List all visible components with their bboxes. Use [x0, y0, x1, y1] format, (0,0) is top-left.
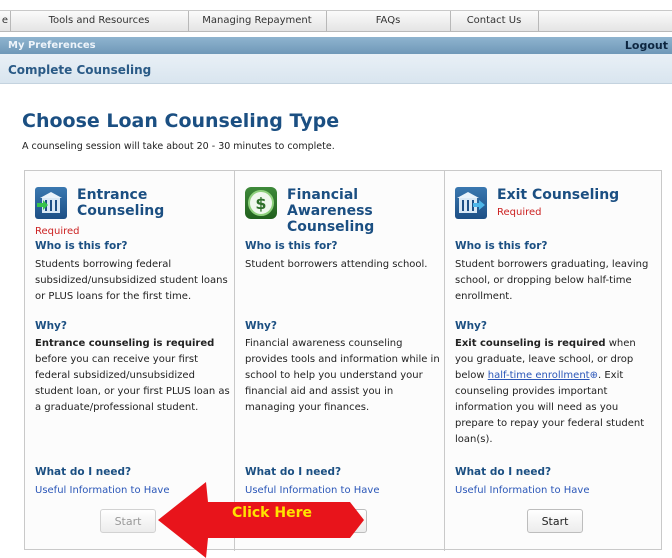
preferences-bar: My Preferences Logout [0, 37, 672, 54]
logout-link[interactable]: Logout [625, 37, 668, 54]
nav-tab-contact[interactable]: Contact Us [450, 11, 539, 31]
why-text: Exit counseling is required when you gra… [455, 338, 645, 445]
breadcrumb-label: Complete Counseling [8, 63, 152, 77]
nav-tab-tools[interactable]: Tools and Resources [10, 11, 189, 31]
why-text: Financial awareness counseling provides … [245, 338, 440, 413]
start-exit-button[interactable]: Start [527, 509, 583, 533]
intro-text: A counseling session will take about 20 … [22, 141, 335, 152]
required-label: Required [497, 207, 542, 218]
need-heading: What do I need? [245, 466, 342, 478]
useful-info-link[interactable]: Useful Information to Have [35, 485, 170, 496]
breadcrumb: Complete Counseling [0, 54, 672, 84]
card-title: Financial Awareness Counseling [287, 187, 375, 235]
who-text: Students borrowing federal subsidized/un… [35, 259, 228, 302]
svg-text:$: $ [255, 194, 266, 213]
card-title: Entrance Counseling [77, 187, 165, 219]
entrance-building-icon [35, 187, 67, 219]
who-text: Student borrowers graduating, leaving sc… [455, 259, 649, 302]
who-heading: Who is this for? [35, 240, 128, 252]
card-exit: Exit Counseling Required Who is this for… [444, 171, 661, 551]
why-heading: Why? [245, 320, 277, 332]
my-preferences-link[interactable]: My Preferences [8, 37, 96, 54]
who-heading: Who is this for? [245, 240, 338, 252]
card-title: Exit Counseling [497, 187, 620, 203]
required-label: Required [35, 226, 80, 237]
info-icon: ⊕ [589, 370, 598, 381]
useful-info-link[interactable]: Useful Information to Have [455, 485, 590, 496]
nav-tab-repayment[interactable]: Managing Repayment [188, 11, 327, 31]
need-heading: What do I need? [455, 466, 552, 478]
dollar-coin-icon: $ [245, 187, 277, 219]
who-text: Student borrowers attending school. [245, 259, 428, 270]
click-here-label: Click Here [232, 505, 312, 521]
why-heading: Why? [35, 320, 67, 332]
why-text: Entrance counseling is required before y… [35, 338, 230, 413]
exit-building-icon [455, 187, 487, 219]
need-heading: What do I need? [35, 466, 132, 478]
start-entrance-button[interactable]: Start [100, 509, 156, 533]
top-nav: e Tools and Resources Managing Repayment… [0, 10, 672, 32]
nav-tab-faqs[interactable]: FAQs [326, 11, 451, 31]
half-time-enrollment-link[interactable]: half-time enrollment [488, 370, 590, 381]
page-title: Choose Loan Counseling Type [22, 110, 340, 132]
why-heading: Why? [455, 320, 487, 332]
who-heading: Who is this for? [455, 240, 548, 252]
